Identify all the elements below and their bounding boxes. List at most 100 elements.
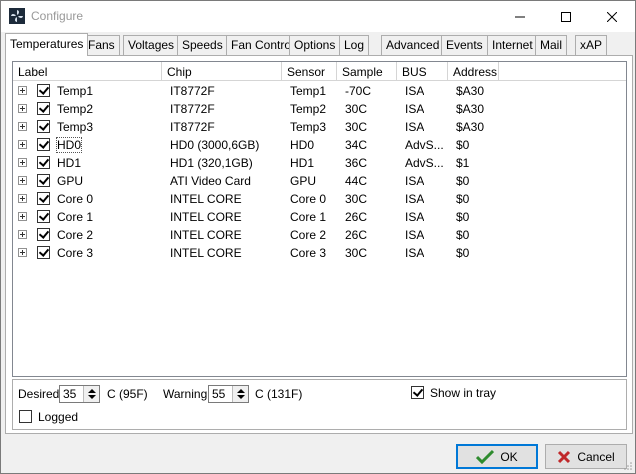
cell-address: $A30 [456, 84, 485, 98]
cell-label[interactable]: Temp3 [57, 120, 93, 134]
cell-label[interactable]: Core 0 [57, 192, 93, 206]
column-header-sample[interactable]: Sample [337, 62, 397, 81]
column-header-chip[interactable]: Chip [162, 62, 282, 81]
expand-plus-icon[interactable] [18, 86, 27, 95]
cell-address: $0 [456, 192, 470, 206]
ok-label: OK [500, 449, 518, 464]
table-row[interactable]: Core 2 INTEL CORE Core 2 26C ISA $0 [13, 226, 626, 244]
table-row[interactable]: HD1 HD1 (320,1GB) HD1 36C AdvS... $1 [13, 154, 626, 172]
tab-mail[interactable]: Mail [535, 35, 568, 55]
expand-plus-icon[interactable] [18, 104, 27, 113]
cell-label[interactable]: GPU [57, 174, 83, 188]
row-checkbox[interactable] [37, 120, 50, 133]
cell-label[interactable]: HD0 [55, 137, 83, 153]
tab-advanced[interactable]: Advanced [381, 35, 445, 55]
table-row[interactable]: Temp2 IT8772F Temp2 30C ISA $A30 [13, 100, 626, 118]
tab-label: Voltages [128, 38, 175, 52]
tab-label: Internet [492, 38, 533, 52]
cell-bus: ISA [405, 210, 425, 224]
column-header-label[interactable]: Label [13, 62, 162, 81]
table-row[interactable]: Core 3 INTEL CORE Core 3 30C ISA $0 [13, 244, 626, 262]
cell-sample: 30C [345, 120, 368, 134]
expand-plus-icon[interactable] [18, 140, 27, 149]
tab-internet[interactable]: Internet [487, 35, 538, 55]
expand-plus-icon[interactable] [18, 248, 27, 257]
warning-spin-buttons[interactable] [232, 386, 248, 402]
cell-label[interactable]: Core 1 [57, 210, 93, 224]
cell-label[interactable]: Core 3 [57, 246, 93, 260]
table-row[interactable]: Temp1 IT8772F Temp1 -70C ISA $A30 [13, 82, 626, 100]
row-checkbox[interactable] [37, 156, 50, 169]
cell-bus: ISA [405, 228, 425, 242]
cell-label[interactable]: Core 2 [57, 228, 93, 242]
tab-options[interactable]: Options [289, 35, 341, 55]
resize-grip-icon[interactable] [623, 461, 633, 471]
title-bar: Configure [1, 1, 635, 32]
cell-sensor: Temp2 [290, 102, 327, 116]
maximize-button[interactable] [543, 1, 589, 32]
desired-spinner[interactable]: 35 [59, 385, 100, 403]
row-checkbox[interactable] [37, 192, 50, 205]
cell-chip: ATI Video Card [170, 174, 251, 188]
tab-xap[interactable]: xAP [575, 35, 608, 55]
cell-address: $0 [456, 228, 470, 242]
logged-checkbox[interactable] [19, 410, 32, 423]
tab-voltages[interactable]: Voltages [123, 35, 180, 55]
row-checkbox[interactable] [37, 102, 50, 115]
warning-unit: C (131F) [255, 387, 303, 401]
logged-label: Logged [38, 410, 79, 424]
expand-plus-icon[interactable] [18, 230, 27, 239]
warning-value: 55 [212, 387, 226, 401]
desired-spin-buttons[interactable] [83, 386, 99, 402]
warning-spinner[interactable]: 55 [208, 385, 249, 403]
cell-address: $A30 [456, 120, 485, 134]
ok-button[interactable]: OK [456, 444, 538, 469]
cancel-button[interactable]: Cancel [545, 444, 627, 469]
checkmark-icon [476, 449, 495, 464]
cell-address: $1 [456, 156, 470, 170]
table-row[interactable]: Temp3 IT8772F Temp3 30C ISA $A30 [13, 118, 626, 136]
minimize-icon [515, 16, 525, 17]
table-row[interactable]: Core 1 INTEL CORE Core 1 26C ISA $0 [13, 208, 626, 226]
row-checkbox[interactable] [37, 210, 50, 223]
expand-plus-icon[interactable] [18, 176, 27, 185]
tab-fan-control[interactable]: Fan Control [226, 35, 299, 55]
table-row[interactable]: GPU ATI Video Card GPU 44C ISA $0 [13, 172, 626, 190]
cell-chip: HD0 (3000,6GB) [170, 138, 260, 152]
row-checkbox[interactable] [37, 246, 50, 259]
cell-chip: IT8772F [170, 102, 215, 116]
tab-temperatures[interactable]: Temperatures [5, 33, 89, 56]
expand-plus-icon[interactable] [18, 194, 27, 203]
cell-label[interactable]: HD1 [57, 156, 81, 170]
close-button[interactable] [589, 1, 635, 32]
tab-strip: Temperatures Fans Voltages Speeds Fan Co… [5, 33, 633, 56]
row-checkbox[interactable] [37, 84, 50, 97]
column-header-sensor[interactable]: Sensor [282, 62, 337, 81]
column-header-bus[interactable]: BUS [397, 62, 448, 81]
cell-label[interactable]: Temp1 [57, 84, 93, 98]
column-header-address[interactable]: Address [448, 62, 499, 81]
show-in-tray-checkbox[interactable] [411, 386, 424, 399]
row-checkbox[interactable] [37, 228, 50, 241]
table-row[interactable]: HD0 HD0 (3000,6GB) HD0 34C AdvS... $0 [13, 136, 626, 154]
table-row[interactable]: Core 0 INTEL CORE Core 0 30C ISA $0 [13, 190, 626, 208]
expand-plus-icon[interactable] [18, 122, 27, 131]
cell-label[interactable]: Temp2 [57, 102, 93, 116]
tab-speeds[interactable]: Speeds [177, 35, 228, 55]
desired-label: Desired [18, 387, 60, 401]
desired-value: 35 [63, 387, 77, 401]
row-checkbox[interactable] [37, 174, 50, 187]
cell-bus: ISA [405, 102, 425, 116]
row-checkbox[interactable] [37, 138, 50, 151]
tab-label: Temperatures [10, 37, 84, 51]
tab-fans[interactable]: Fans [83, 35, 120, 55]
tab-log[interactable]: Log [339, 35, 370, 55]
cell-bus: ISA [405, 84, 425, 98]
sensor-list[interactable]: Label Chip Sensor Sample BUS Address Tem… [12, 61, 627, 377]
expand-plus-icon[interactable] [18, 212, 27, 221]
cell-address: $0 [456, 246, 470, 260]
configure-window: Configure Temperatures Fans Voltages Spe… [0, 0, 636, 474]
minimize-button[interactable] [497, 1, 543, 32]
tab-events[interactable]: Events [441, 35, 488, 55]
expand-plus-icon[interactable] [18, 158, 27, 167]
